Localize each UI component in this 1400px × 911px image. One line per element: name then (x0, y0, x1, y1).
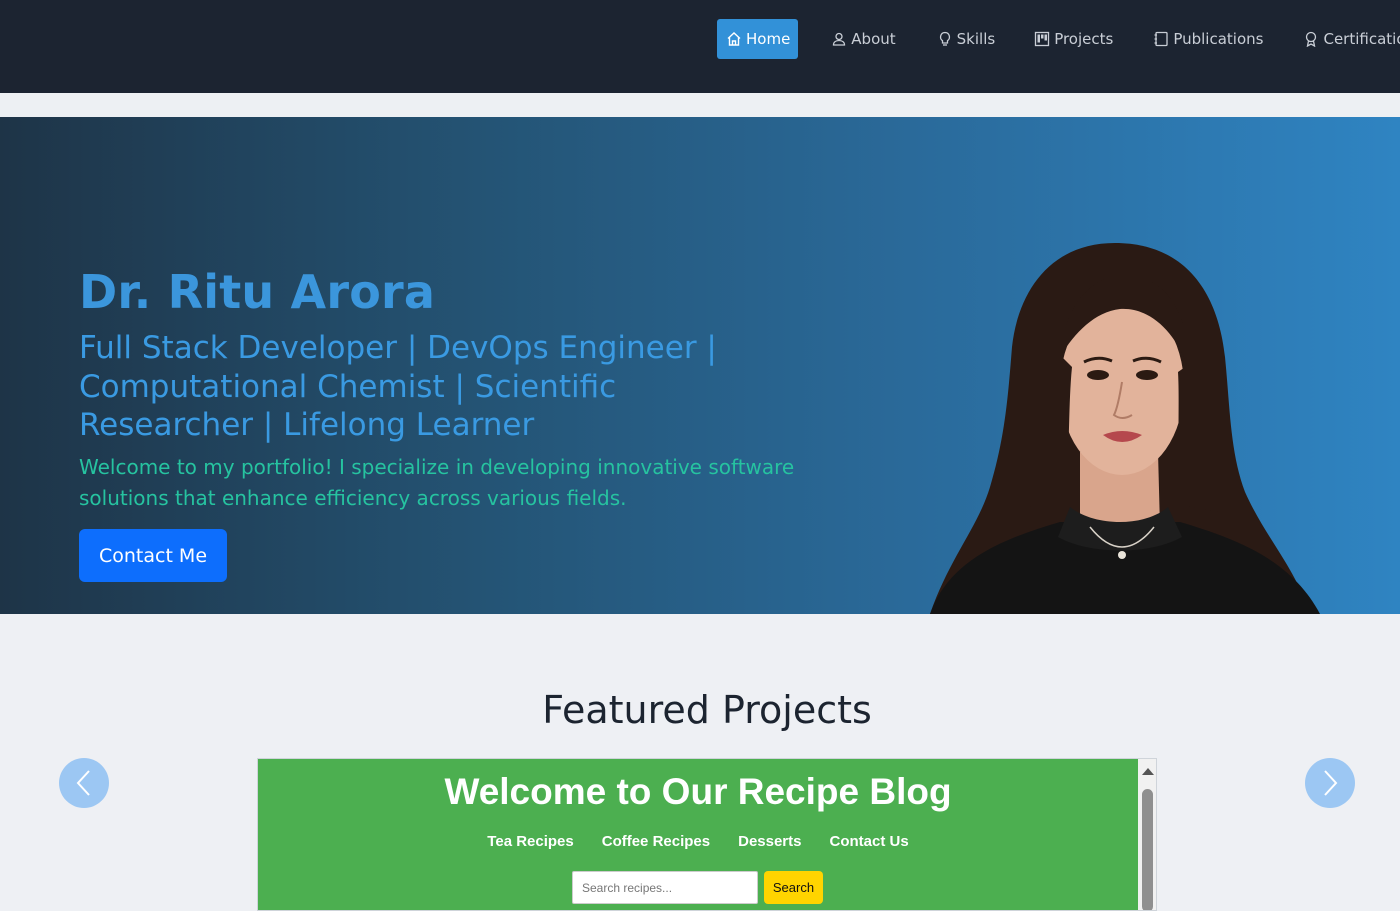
top-navbar: Home About Skills Projects Publications (0, 0, 1400, 93)
lightbulb-icon (937, 31, 953, 47)
profile-portrait (900, 237, 1330, 614)
nav-item-projects[interactable]: Projects (1034, 19, 1113, 59)
chevron-left-icon (76, 770, 90, 796)
carousel-next-button[interactable] (1305, 758, 1355, 808)
scroll-up-arrow-icon[interactable] (1142, 768, 1154, 775)
user-icon (831, 31, 847, 47)
recipe-search-input[interactable] (572, 871, 758, 904)
carousel-prev-button[interactable] (59, 758, 109, 808)
award-icon (1303, 31, 1319, 47)
recipe-nav-tea[interactable]: Tea Recipes (487, 833, 573, 850)
nav-item-label: Certifications (1323, 30, 1400, 48)
nav-list: Home About Skills Projects Publications (717, 19, 1400, 59)
recipe-blog-title: Welcome to Our Recipe Blog (444, 771, 952, 812)
nav-item-label: Home (746, 30, 791, 48)
recipe-search-button[interactable]: Search (764, 871, 823, 904)
featured-projects-title: Featured Projects (542, 688, 872, 732)
kanban-icon (1034, 31, 1050, 47)
contact-me-button[interactable]: Contact Me (79, 529, 227, 582)
recipe-nav-contact[interactable]: Contact Us (830, 833, 909, 850)
journal-icon (1153, 31, 1169, 47)
frame-scrollbar[interactable] (1138, 759, 1156, 910)
hero-section: Dr. Ritu Arora Full Stack Developer | De… (0, 117, 1400, 614)
home-icon (726, 31, 742, 47)
recipe-nav-desserts[interactable]: Desserts (738, 833, 801, 850)
scroll-thumb[interactable] (1142, 789, 1153, 910)
nav-item-label: Projects (1054, 30, 1114, 48)
nav-item-label: About (851, 30, 896, 48)
hero-name: Dr. Ritu Arora (79, 265, 436, 319)
project-preview-frame[interactable]: Welcome to Our Recipe Blog Tea Recipes C… (257, 758, 1157, 911)
nav-item-label: Publications (1173, 30, 1264, 48)
recipe-blog-preview: Welcome to Our Recipe Blog Tea Recipes C… (258, 759, 1138, 910)
section-gap (0, 93, 1400, 117)
nav-item-home[interactable]: Home (717, 19, 799, 59)
nav-item-label: Skills (956, 30, 996, 48)
nav-item-skills[interactable]: Skills (937, 19, 996, 59)
hero-tagline: Full Stack Developer | DevOps Engineer |… (79, 330, 717, 443)
recipe-blog-nav: Tea Recipes Coffee Recipes Desserts Cont… (258, 833, 1138, 850)
nav-item-publications[interactable]: Publications (1153, 19, 1263, 59)
recipe-nav-coffee[interactable]: Coffee Recipes (602, 833, 710, 850)
nav-item-certifications[interactable]: Certifications (1303, 19, 1400, 59)
nav-item-about[interactable]: About (831, 19, 896, 59)
hero-description: Welcome to my portfolio! I specialize in… (79, 455, 795, 510)
chevron-right-icon (1324, 770, 1338, 796)
